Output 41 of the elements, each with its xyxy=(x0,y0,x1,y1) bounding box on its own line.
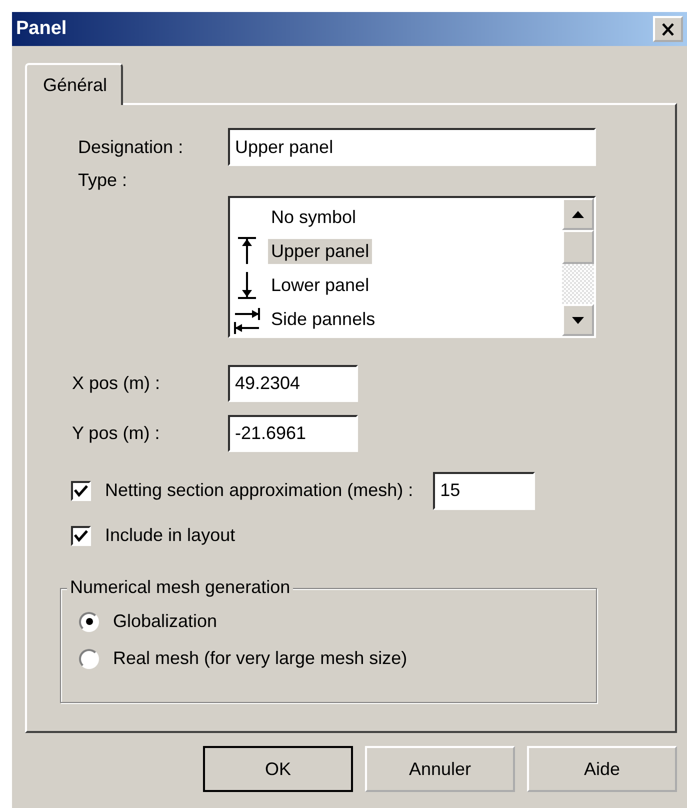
dialog-button[interactable]: Annuler xyxy=(365,746,515,792)
designation-field[interactable]: Upper panel xyxy=(228,128,596,166)
window-title: Panel xyxy=(16,18,67,40)
check-icon xyxy=(74,484,88,496)
radio-button[interactable] xyxy=(79,612,99,632)
field-label: Type : xyxy=(78,170,128,191)
item-label: Upper panel xyxy=(268,238,372,264)
item-label: No symbol xyxy=(270,206,358,229)
list-item[interactable]: Upper panel xyxy=(230,234,562,268)
mesh-field[interactable]: 15 xyxy=(433,472,536,510)
checkbox[interactable] xyxy=(71,480,91,500)
tab[interactable]: Général xyxy=(25,63,124,105)
scrollbar[interactable] xyxy=(562,198,594,336)
list-item[interactable]: Lower panel xyxy=(230,268,562,302)
dialog-button[interactable]: OK xyxy=(203,746,353,792)
radio-button[interactable] xyxy=(79,648,99,668)
item-label: Lower panel xyxy=(270,274,370,297)
scroll-thumb[interactable] xyxy=(562,230,594,264)
dialog-button[interactable]: Aide xyxy=(527,746,677,792)
field-label: X pos (m) : xyxy=(72,373,162,394)
close-button[interactable] xyxy=(653,16,683,42)
up-arrow-icon xyxy=(572,210,584,218)
list-item[interactable]: Side pannels xyxy=(230,302,562,336)
checkbox-label: Include in layout xyxy=(105,525,236,546)
group-title: Numerical mesh generation xyxy=(67,577,294,598)
checkbox-label: Netting section approximation (mesh) : xyxy=(105,480,414,501)
check-icon xyxy=(74,530,88,542)
x-position-field[interactable]: 49.2304 xyxy=(228,365,358,402)
field-label: Y pos (m) : xyxy=(72,423,161,444)
radio-label: Globalization xyxy=(113,611,218,632)
item-label: Side pannels xyxy=(270,308,376,331)
down-arrow-icon xyxy=(572,316,584,324)
close-icon xyxy=(661,22,675,36)
checkbox[interactable] xyxy=(71,526,91,546)
list-item[interactable]: No symbol xyxy=(230,200,562,234)
scroll-up-button[interactable] xyxy=(562,198,594,230)
field-label: Designation : xyxy=(78,136,184,158)
scroll-down-button[interactable] xyxy=(562,304,594,336)
type-listbox[interactable]: No symbol Upper panel Lower panel Side pannels xyxy=(228,196,596,338)
radio-label: Real mesh (for very large mesh size) xyxy=(113,648,408,669)
y-position-field[interactable]: -21.6961 xyxy=(228,415,358,452)
